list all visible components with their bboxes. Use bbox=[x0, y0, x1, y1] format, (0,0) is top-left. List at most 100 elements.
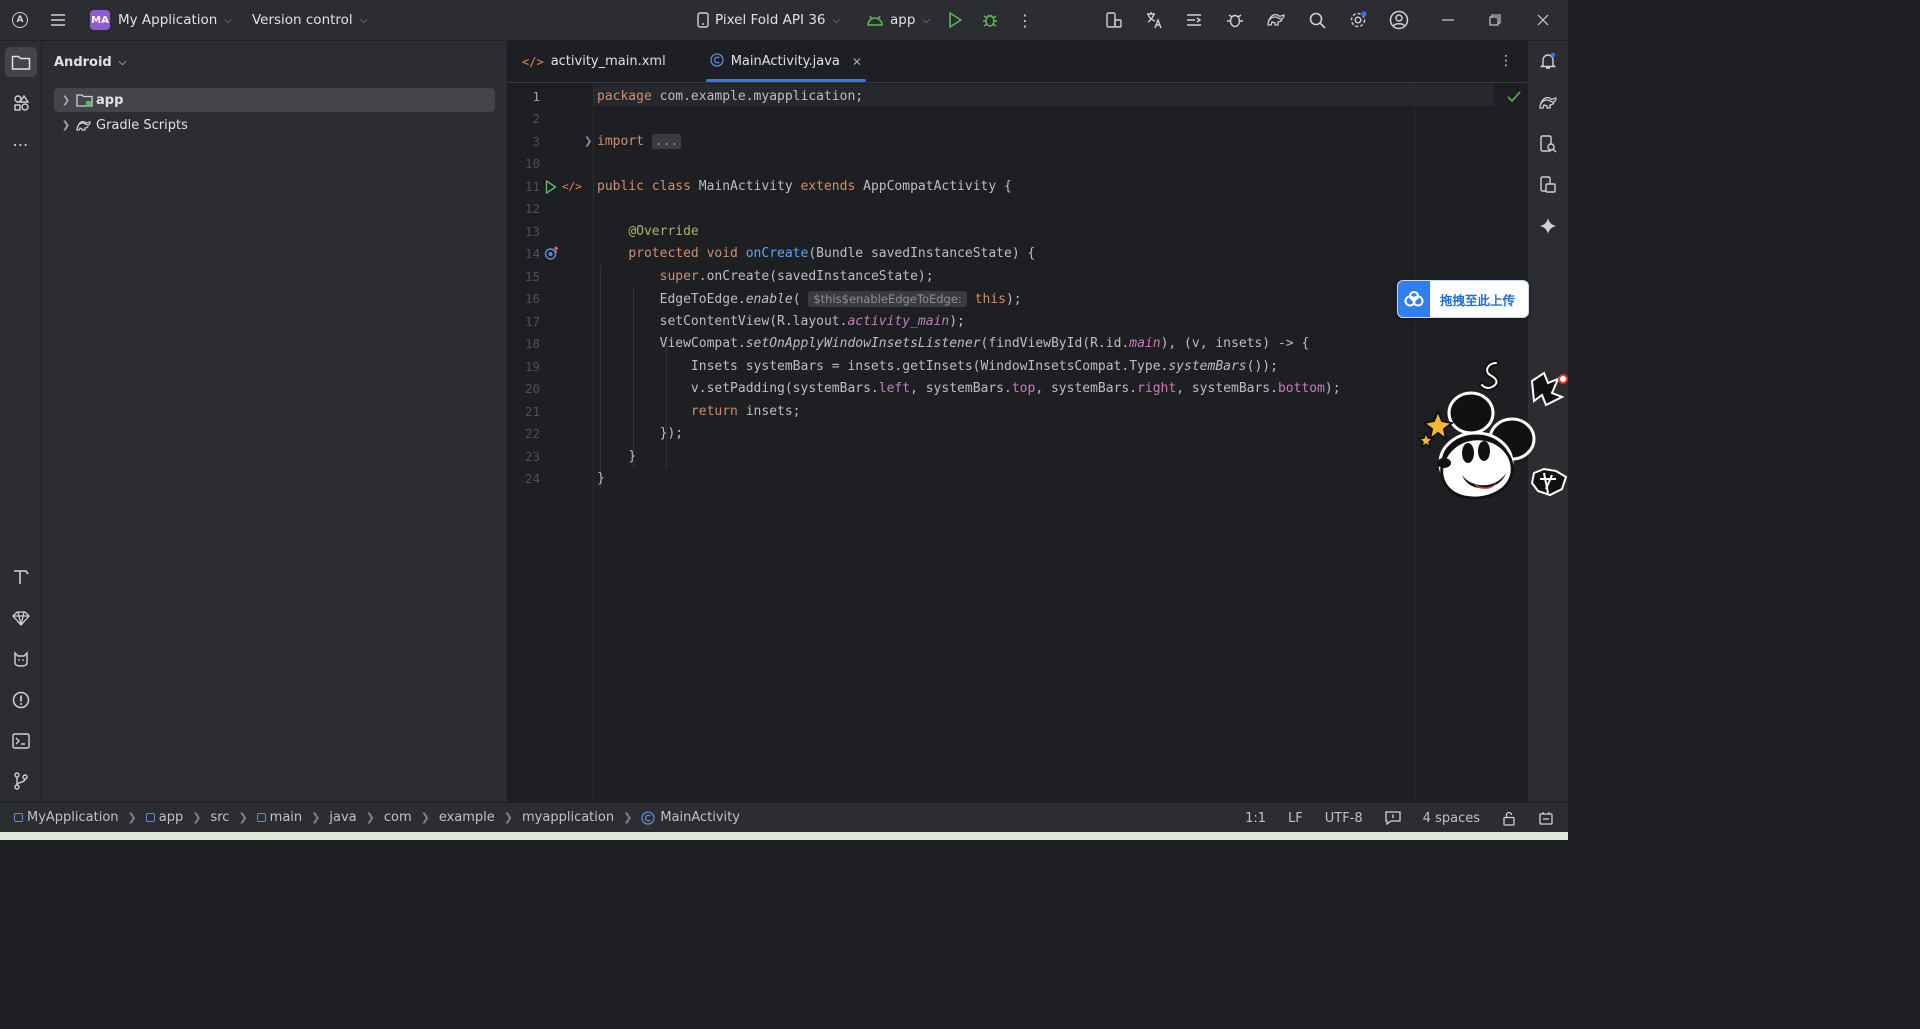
left-tool-strip: ⋯ bbox=[0, 41, 42, 802]
device-selector[interactable]: Pixel Fold API 36 ⌵ bbox=[696, 0, 840, 41]
more-vertical-icon[interactable]: ⋮ bbox=[1499, 53, 1513, 69]
status-bar: MyApplication ❯ app ❯ src ❯ main ❯ java … bbox=[0, 802, 1568, 832]
vcs-selector[interactable]: Version control ⌵ bbox=[252, 0, 367, 41]
run-gutter-icon[interactable] bbox=[545, 180, 557, 198]
no-problems-check-icon[interactable] bbox=[1507, 91, 1521, 107]
sync-icon[interactable] bbox=[1177, 0, 1211, 41]
breadcrumb-item[interactable]: src bbox=[210, 810, 229, 825]
close-icon[interactable]: ✕ bbox=[852, 55, 862, 69]
search-icon[interactable] bbox=[1300, 0, 1334, 41]
more-tools-button[interactable]: ⋯ bbox=[5, 129, 37, 159]
debug-icon[interactable] bbox=[973, 0, 1007, 41]
line-separator[interactable]: LF bbox=[1288, 811, 1303, 826]
tab-mainactivity-java[interactable]: MainActivity.java ✕ bbox=[698, 41, 874, 82]
account-icon[interactable] bbox=[1382, 0, 1416, 41]
tree-item-app[interactable]: ❯ app bbox=[54, 88, 495, 112]
gemini-tool-button[interactable] bbox=[5, 603, 37, 633]
xml-layout-gutter-icon[interactable]: </> bbox=[562, 176, 582, 198]
project-name: My Application bbox=[118, 12, 218, 28]
logcat-tool-button[interactable] bbox=[5, 644, 37, 674]
chevron-right-icon: ❯ bbox=[623, 811, 633, 824]
settings-gear-icon[interactable] bbox=[1341, 0, 1375, 41]
line-number: 21 bbox=[524, 404, 540, 419]
hammer-icon bbox=[14, 570, 29, 584]
project-tool-button[interactable] bbox=[5, 47, 37, 77]
gradle-tool-button[interactable] bbox=[1533, 88, 1563, 118]
override-gutter-icon[interactable] bbox=[544, 245, 560, 265]
code-line: } bbox=[628, 449, 637, 464]
translate-icon[interactable] bbox=[1137, 0, 1171, 41]
run-icon[interactable] bbox=[938, 0, 972, 41]
breadcrumb-item[interactable]: com bbox=[384, 810, 412, 825]
fold-toggle-icon[interactable]: ❯ bbox=[584, 131, 592, 153]
breadcrumb-item[interactable]: java bbox=[329, 810, 356, 825]
project-badge: MA bbox=[90, 10, 110, 30]
tree-item-gradle-scripts[interactable]: ❯ Gradle Scripts bbox=[54, 113, 495, 137]
project-selector[interactable]: MA My Application ⌵ bbox=[90, 0, 232, 41]
chevron-down-icon: ⌵ bbox=[922, 14, 931, 26]
breadcrumb-item[interactable]: myapplication bbox=[522, 810, 614, 825]
running-devices-button[interactable] bbox=[1533, 170, 1563, 200]
code-area[interactable]: package com.example.myapplication; impor… bbox=[597, 83, 1517, 802]
minimize-button[interactable] bbox=[1425, 0, 1471, 41]
tab-label: MainActivity.java bbox=[730, 54, 840, 69]
gradle-icon[interactable] bbox=[1259, 0, 1293, 41]
line-number: 19 bbox=[524, 359, 540, 374]
code-line: public class MainActivity extends AppCom… bbox=[597, 179, 1012, 194]
run-config-selector[interactable]: app ⌵ bbox=[866, 0, 930, 41]
android-studio-logo-icon[interactable]: A bbox=[0, 0, 40, 41]
line-number: 16 bbox=[524, 291, 540, 306]
more-horizontal-icon: ⋯ bbox=[12, 134, 30, 154]
code-line: import ... bbox=[597, 131, 682, 153]
gradle-icon bbox=[76, 118, 94, 132]
breadcrumb-item[interactable]: example bbox=[439, 810, 495, 825]
device-explorer-button[interactable] bbox=[1533, 129, 1563, 159]
android-icon bbox=[867, 15, 883, 26]
restore-button[interactable] bbox=[1472, 0, 1518, 41]
build-tool-button[interactable] bbox=[5, 562, 37, 592]
code-line: package com.example.myapplication; bbox=[597, 89, 864, 104]
diamond-icon bbox=[12, 611, 30, 626]
app-inspection-icon[interactable] bbox=[1218, 0, 1252, 41]
chevron-right-icon: ❯ bbox=[238, 811, 248, 824]
chevron-right-icon[interactable]: ❯ bbox=[56, 95, 76, 106]
project-view-selector[interactable]: Android ⌵ bbox=[42, 41, 507, 84]
tree-item-label: Gradle Scripts bbox=[96, 117, 188, 133]
ai-assistant-button[interactable] bbox=[1533, 211, 1563, 241]
more-vertical-icon[interactable]: ⋮ bbox=[1008, 0, 1042, 41]
breadcrumb-item[interactable]: MyApplication bbox=[27, 810, 119, 825]
code-line: @Override bbox=[628, 224, 699, 239]
memory-indicator-icon[interactable] bbox=[1538, 811, 1554, 825]
line-number: 20 bbox=[524, 381, 540, 396]
terminal-tool-button[interactable] bbox=[5, 726, 37, 756]
close-window-button[interactable] bbox=[1520, 0, 1566, 41]
git-tool-button[interactable] bbox=[5, 766, 37, 796]
git-branch-icon bbox=[14, 772, 28, 790]
drag-upload-widget[interactable]: 拖拽至此上传 bbox=[1397, 280, 1529, 318]
caret-position[interactable]: 1:1 bbox=[1245, 811, 1266, 826]
gutter-separator bbox=[593, 83, 594, 802]
code-editor: </> activity_main.xml MainActivity.java … bbox=[508, 41, 1527, 802]
chevron-right-icon[interactable]: ❯ bbox=[56, 120, 76, 131]
device-manager-icon[interactable] bbox=[1097, 0, 1131, 41]
lock-icon[interactable] bbox=[1502, 811, 1516, 826]
breadcrumb-item[interactable]: app bbox=[159, 810, 183, 825]
code-line: return insets; bbox=[690, 404, 801, 419]
tab-activity-main-xml[interactable]: </> activity_main.xml bbox=[510, 41, 678, 82]
editorconfig-icon[interactable] bbox=[1385, 811, 1401, 825]
notifications-button[interactable] bbox=[1533, 46, 1563, 76]
code-line: v.setPadding(systemBars.left, systemBars… bbox=[690, 381, 1341, 396]
folder-icon bbox=[11, 55, 31, 70]
problems-tool-button[interactable] bbox=[5, 685, 37, 715]
mickey-sticker[interactable] bbox=[1416, 355, 1568, 515]
breadcrumb-item[interactable]: main bbox=[270, 810, 302, 825]
folded-imports[interactable]: ... bbox=[651, 134, 682, 149]
file-encoding[interactable]: UTF-8 bbox=[1325, 811, 1363, 826]
breadcrumb: MyApplication ❯ app ❯ src ❯ main ❯ java … bbox=[14, 810, 740, 825]
indent-setting[interactable]: 4 spaces bbox=[1423, 811, 1480, 826]
resource-manager-button[interactable] bbox=[5, 88, 37, 118]
main-menu-icon[interactable] bbox=[40, 0, 76, 41]
chevron-right-icon: ❯ bbox=[127, 811, 137, 824]
os-taskbar-strip bbox=[0, 832, 1568, 840]
breadcrumb-item[interactable]: MainActivity bbox=[660, 810, 740, 825]
